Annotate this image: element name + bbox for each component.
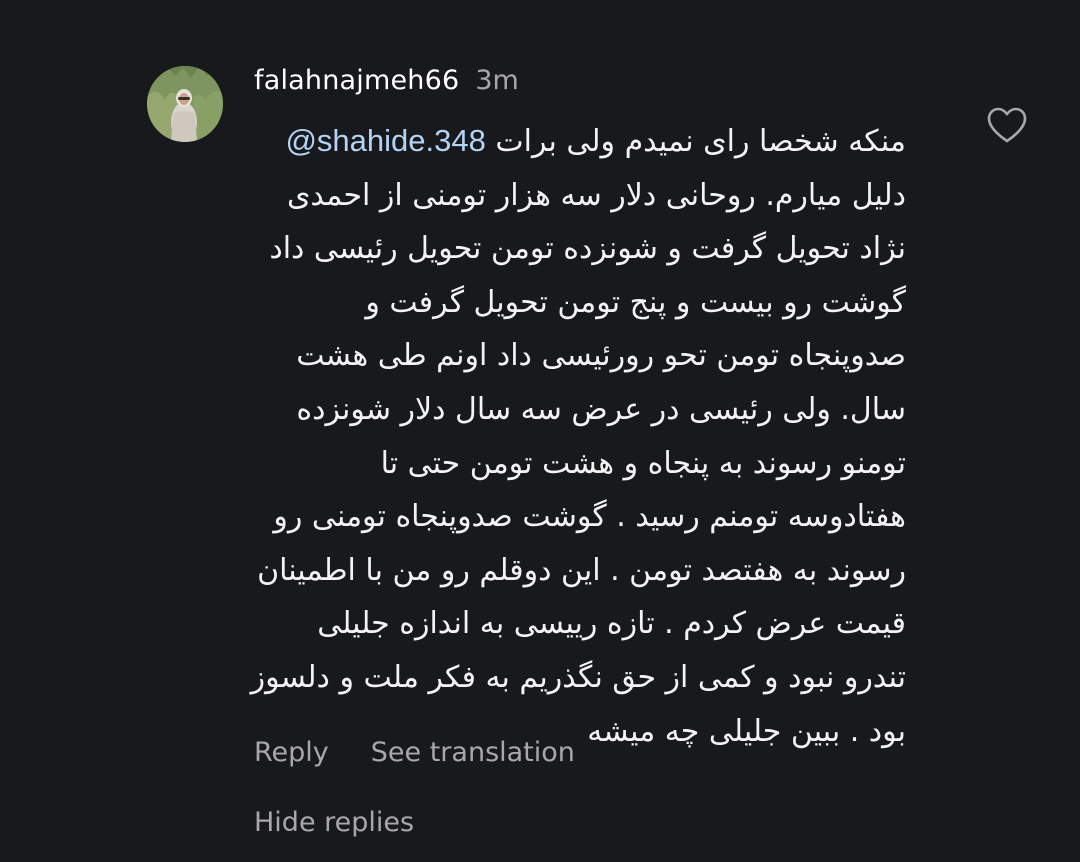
comment-line: قیمت عرض کردم . تازه رییسی به اندازه جلی… <box>317 606 906 642</box>
comment-line: تندرو نبود و کمی از حق نگذریم به فکر ملت… <box>250 659 906 695</box>
like-button[interactable] <box>985 105 1029 145</box>
see-translation-button[interactable]: See translation <box>371 737 575 768</box>
timestamp: 3m <box>475 64 519 96</box>
comment-line: سال. ولی رئیسی در عرض سه سال دلار شونزده <box>296 391 906 427</box>
comment-header: falahnajmeh66 3m <box>254 60 519 100</box>
reply-button[interactable]: Reply <box>254 737 329 768</box>
comment-body: منکه شخصا رای نمیدم ولی برات @shahide.34… <box>240 114 923 758</box>
comment-line: صدوپنجاه تومن تحو رورئیسی داد اونم طی هش… <box>296 338 906 374</box>
comment-line: گوشت رو بیست و پنج تومن تحویل گرفت و <box>365 284 906 320</box>
username[interactable]: falahnajmeh66 <box>254 65 459 96</box>
comment-first-line-text: منکه شخصا رای نمیدم ولی برات <box>495 124 906 159</box>
comment-line: تومنو رسوند به پنجاه و هشت تومن حتی تا <box>380 445 906 481</box>
heart-outline-icon <box>987 107 1027 143</box>
comment-line-1: منکه شخصا رای نمیدم ولی برات @shahide.34… <box>240 114 923 169</box>
comment-screen: falahnajmeh66 3m منکه شخصا رای نمیدم ولی… <box>0 0 1080 862</box>
comment-line: دلیل میارم. روحانی دلار سه هزار تومنی از… <box>286 177 906 213</box>
mention-link[interactable]: @shahide.348 <box>285 123 485 158</box>
avatar-photo <box>147 66 223 142</box>
comment-line: هفتادوسه تومنم رسید . گوشت صدوپنجاه تومن… <box>273 499 906 535</box>
comment-line: رسوند به هفتصد تومن . این دوقلم رو من با… <box>257 552 906 588</box>
comment-line: نژاد تحویل گرفت و شونزده تومن تحویل رئیس… <box>269 231 906 267</box>
hide-replies-button[interactable]: Hide replies <box>254 800 414 844</box>
comment-actions: Reply See translation <box>254 730 575 774</box>
avatar[interactable] <box>147 66 223 142</box>
